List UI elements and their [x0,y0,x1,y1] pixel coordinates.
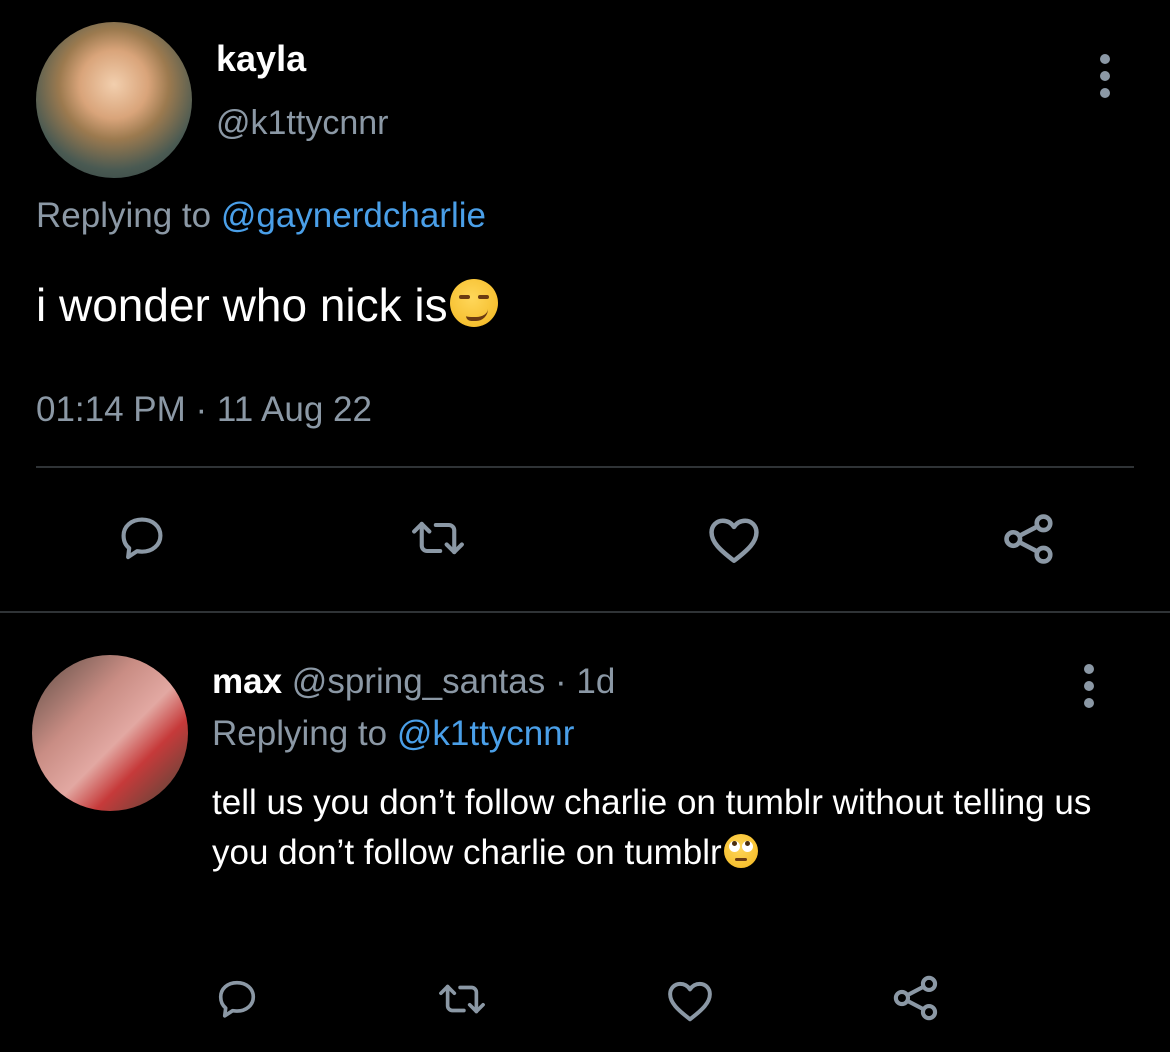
share-icon [1004,514,1053,564]
retweet-icon [439,984,485,1014]
divider [36,466,1134,468]
replying-to-label: Replying to [212,714,388,753]
reply-icon [218,980,256,1018]
tweet-text: tell us you don’t follow charlie on tumb… [212,778,1112,878]
more-options-button[interactable] [1082,664,1096,708]
like-icon [668,981,712,1022]
like-button[interactable] [703,510,765,568]
reply-button[interactable] [112,508,172,568]
more-icon-dot [1084,698,1094,708]
like-icon [709,518,759,563]
more-options-button[interactable] [1098,54,1112,98]
avatar[interactable] [36,22,192,178]
replying-to-mention[interactable]: @k1ttycnnr [397,714,575,753]
replying-to-line: Replying to @k1ttycnnr [212,714,574,754]
tweet-age[interactable]: 1d [576,662,615,701]
tweet-text-body: i wonder who nick is [36,279,448,331]
more-icon-dot [1084,664,1094,674]
display-name[interactable]: kayla [216,38,306,80]
reply-header: max @spring_santas · 1d [212,662,615,702]
more-icon-dot [1100,71,1110,81]
display-name[interactable]: max [212,662,282,701]
more-icon-dot [1084,681,1094,691]
share-button[interactable] [888,970,944,1026]
avatar[interactable] [32,655,188,811]
smirking-face-emoji-icon [449,278,498,327]
replying-to-mention[interactable]: @gaynerdcharlie [221,196,486,235]
like-button[interactable] [662,974,718,1026]
tweet-text: i wonder who nick is [36,278,498,333]
retweet-button[interactable] [432,972,492,1026]
replying-to-label: Replying to [36,196,212,235]
user-handle[interactable]: @spring_santas [292,662,545,701]
tweet-timestamp[interactable]: 01:14 PM · 11 Aug 22 [36,390,372,430]
reply-button[interactable] [210,972,264,1026]
more-icon-dot [1100,88,1110,98]
reply-icon [121,517,163,560]
more-icon-dot [1100,54,1110,64]
replying-to-line: Replying to @gaynerdcharlie [36,196,486,236]
face-with-rolling-eyes-emoji-icon [723,833,758,868]
divider [0,611,1170,613]
retweet-icon [412,521,464,555]
share-button[interactable] [998,508,1060,570]
separator: · [554,662,567,701]
user-handle[interactable]: @k1ttycnnr [216,104,388,143]
share-icon [893,975,938,1021]
retweet-button[interactable] [403,508,473,568]
tweet-text-body: tell us you don’t follow charlie on tumb… [212,783,1092,872]
